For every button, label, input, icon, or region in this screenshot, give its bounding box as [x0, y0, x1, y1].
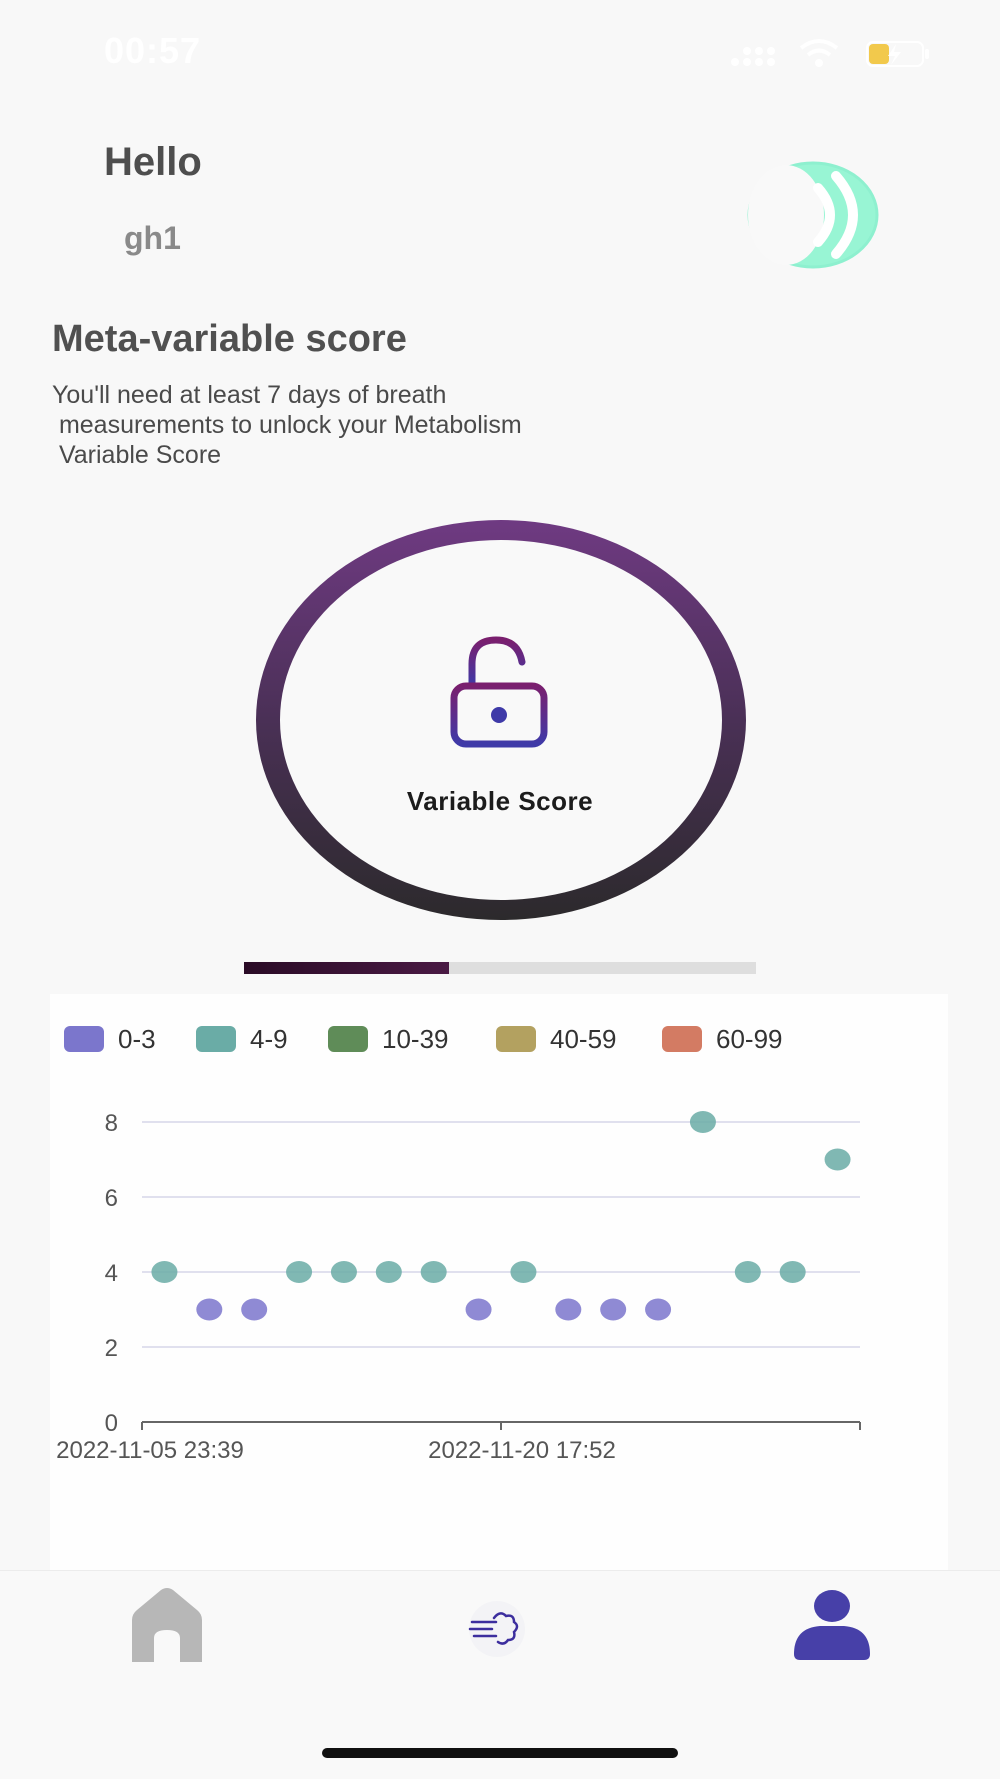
username-text: gh1 — [124, 220, 181, 256]
profile-icon[interactable] — [792, 1588, 872, 1660]
device-logo-icon[interactable] — [746, 160, 880, 270]
progress-track — [244, 962, 756, 974]
status-time: 00:57 — [104, 30, 202, 71]
y-tick-label: 6 — [105, 1185, 118, 1212]
data-point — [510, 1261, 537, 1283]
scatter-chart: 0 2 4 6 8 2022-11-05 23:39 2022-11-20 17:52 — [56, 1110, 861, 1464]
x-tick-label: 2022-11-20 17:52 — [428, 1437, 616, 1464]
section-description: You'll need at least 7 days of breath me… — [52, 380, 672, 470]
description-line: You'll need at least 7 days of breath — [52, 381, 447, 409]
data-point — [375, 1261, 402, 1283]
chart-card: 0-3 4-9 10-39 40-59 60-99 0 2 4 6 8 2022-11-05 23… — [50, 994, 948, 1570]
data-point — [241, 1298, 268, 1321]
data-point — [196, 1298, 223, 1321]
battery-icon — [866, 41, 929, 67]
home-icon[interactable] — [128, 1586, 206, 1662]
data-point — [824, 1148, 851, 1171]
data-point — [645, 1298, 672, 1321]
breath-icon[interactable] — [464, 1600, 530, 1658]
data-point — [555, 1298, 582, 1321]
data-point — [420, 1261, 447, 1283]
home-indicator[interactable] — [322, 1748, 678, 1758]
unlocked-lock-icon — [450, 636, 548, 748]
y-tick-label: 4 — [105, 1260, 118, 1287]
description-line: measurements to unlock your Metabolism — [52, 411, 522, 439]
x-tick-label: 2022-11-05 23:39 — [56, 1437, 244, 1464]
y-tick-label: 2 — [105, 1335, 118, 1362]
data-point — [286, 1261, 313, 1283]
y-tick-label: 0 — [105, 1410, 118, 1437]
score-label: Variable Score — [406, 786, 594, 816]
data-point — [689, 1111, 716, 1133]
wifi-icon — [799, 39, 839, 67]
data-point — [151, 1261, 178, 1283]
signal-icon — [731, 47, 775, 66]
data-point — [465, 1298, 492, 1321]
section-title: Meta-variable score — [52, 318, 407, 360]
data-point — [734, 1261, 761, 1283]
progress-fill — [244, 962, 449, 974]
data-point — [600, 1298, 627, 1321]
data-point — [779, 1261, 806, 1283]
description-line: Variable Score — [52, 441, 222, 469]
data-point — [330, 1261, 357, 1283]
y-tick-label: 8 — [105, 1110, 118, 1137]
greeting-text: Hello — [104, 140, 202, 184]
